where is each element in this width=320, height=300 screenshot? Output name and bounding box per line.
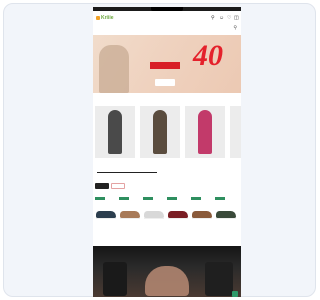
logo-mark-icon: [96, 15, 100, 20]
shoe-sole: [144, 218, 164, 219]
carousel-card[interactable]: [140, 106, 180, 176]
banner-image-right: [205, 262, 233, 296]
carousel-card[interactable]: [230, 106, 241, 176]
product-card[interactable]: [143, 197, 165, 241]
logo-text: Kriiie: [101, 15, 114, 21]
product-image: [144, 211, 164, 218]
product-row: [93, 197, 241, 241]
banner-feet-image: [145, 266, 189, 296]
search-icon[interactable]: ⚲: [233, 25, 237, 31]
featured-carousel: [93, 106, 241, 176]
carousel-card[interactable]: [185, 106, 225, 176]
product-badge: [167, 197, 177, 200]
card-figure: [198, 110, 212, 154]
search-row: ⚲: [93, 25, 241, 33]
phone-screen: Kriiie ⚲ ☺ ♡ ◫ ⚲ 40: [93, 7, 241, 297]
tab-inactive[interactable]: [111, 183, 125, 189]
hero-banner[interactable]: 40: [93, 35, 241, 93]
chat-button[interactable]: [232, 291, 238, 297]
product-image: [120, 211, 140, 218]
shoe-sole: [216, 218, 236, 219]
shoe-sole: [120, 218, 140, 219]
shoe-sole: [168, 218, 188, 219]
product-card[interactable]: [191, 197, 213, 241]
hero-model-image: [99, 45, 129, 93]
product-badge: [95, 197, 105, 200]
product-badge: [143, 197, 153, 200]
card-figure: [108, 110, 122, 154]
user-icon[interactable]: ☺: [219, 15, 224, 21]
card-image: [230, 106, 241, 158]
cart-icon[interactable]: ◫: [234, 15, 239, 21]
product-badge: [191, 197, 201, 200]
hero-sale-label: [150, 62, 180, 69]
product-image: [216, 211, 236, 218]
search-icon[interactable]: ⚲: [211, 15, 215, 21]
product-image: [192, 211, 212, 218]
feature-banner[interactable]: [93, 246, 241, 297]
carousel-card[interactable]: [95, 106, 135, 176]
site-header: Kriiie ⚲ ☺ ♡ ◫: [93, 13, 241, 25]
site-logo[interactable]: Kriiie: [96, 15, 114, 21]
banner-image-left: [103, 262, 127, 296]
product-image: [168, 211, 188, 218]
notch: [151, 7, 183, 11]
tab-active[interactable]: [95, 183, 109, 189]
heart-icon[interactable]: ♡: [227, 15, 231, 21]
carousel-scrollbar[interactable]: [97, 172, 157, 173]
shoe-sole: [96, 218, 116, 219]
product-image: [96, 211, 116, 218]
product-card[interactable]: [167, 197, 189, 241]
card-image: [140, 106, 180, 158]
product-card[interactable]: [215, 197, 237, 241]
product-card[interactable]: [119, 197, 141, 241]
shoe-sole: [192, 218, 212, 219]
status-bar: [93, 7, 241, 11]
product-badge: [119, 197, 129, 200]
product-badge: [215, 197, 225, 200]
card-image: [95, 106, 135, 158]
card-figure: [153, 110, 167, 154]
hero-discount-number: 40: [193, 39, 223, 72]
product-card[interactable]: [95, 197, 117, 241]
hero-cta-button[interactable]: [155, 79, 175, 86]
card-image: [185, 106, 225, 158]
